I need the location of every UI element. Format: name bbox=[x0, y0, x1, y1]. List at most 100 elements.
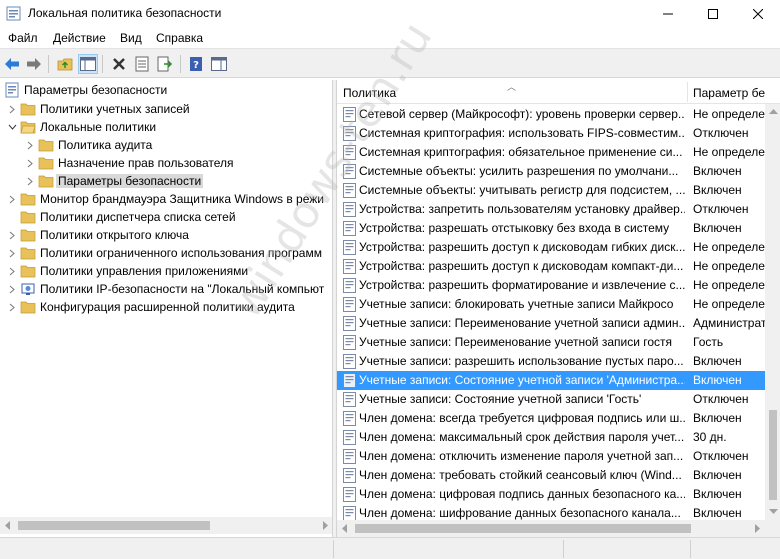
menu-file[interactable]: Файл bbox=[8, 31, 38, 45]
chevron-right-icon[interactable] bbox=[24, 172, 36, 190]
policy-row[interactable]: Устройства: разрешить форматирование и и… bbox=[337, 276, 765, 295]
minimize-button[interactable] bbox=[645, 0, 691, 28]
policy-row[interactable]: Устройства: разрешить доступ к дисковода… bbox=[337, 238, 765, 257]
menu-action[interactable]: Действие bbox=[53, 31, 106, 45]
policy-row[interactable]: Устройства: запретить пользователям уста… bbox=[337, 200, 765, 219]
extra-view-button[interactable] bbox=[209, 54, 229, 74]
scroll-up-icon[interactable] bbox=[769, 108, 778, 115]
tree-item-advanced-audit[interactable]: Конфигурация расширенной политики аудита bbox=[6, 298, 295, 316]
chevron-right-icon[interactable] bbox=[6, 100, 18, 118]
scroll-left-icon[interactable] bbox=[4, 521, 12, 530]
list-vertical-scrollbar[interactable] bbox=[765, 104, 780, 520]
properties-button[interactable] bbox=[132, 54, 152, 74]
show-console-tree-button[interactable] bbox=[78, 54, 98, 74]
policy-value: Отключен bbox=[693, 202, 749, 216]
policy-value: Не определе bbox=[693, 240, 765, 254]
policy-row[interactable]: Член домена: отключить изменение пароля … bbox=[337, 447, 765, 466]
policy-row[interactable]: Член домена: требовать стойкий сеансовый… bbox=[337, 466, 765, 485]
chevron-right-icon[interactable] bbox=[6, 298, 18, 316]
column-policy[interactable]: Политика bbox=[343, 86, 396, 100]
window-title: Локальная политика безопасности bbox=[28, 6, 222, 20]
svg-text:?: ? bbox=[193, 60, 199, 71]
policy-row[interactable]: Сетевой сервер (Майкрософт): уровень про… bbox=[337, 105, 765, 124]
policy-row[interactable]: Учетные записи: Состояние учетной записи… bbox=[337, 371, 765, 390]
export-list-button[interactable] bbox=[155, 54, 175, 74]
chevron-right-icon[interactable] bbox=[6, 262, 18, 280]
tree-item-public-key[interactable]: Политики открытого ключа bbox=[6, 226, 189, 244]
policy-row[interactable]: Учетные записи: блокировать учетные запи… bbox=[337, 295, 765, 314]
up-folder-icon bbox=[57, 58, 73, 71]
tree-item-user-rights[interactable]: Назначение прав пользователя bbox=[24, 154, 234, 172]
chevron-right-icon[interactable] bbox=[6, 244, 18, 262]
scroll-right-icon[interactable] bbox=[321, 521, 329, 530]
policy-root-icon bbox=[5, 82, 19, 98]
tree-item-ip-security[interactable]: Политики IP-безопасности на "Локальный к… bbox=[6, 280, 324, 298]
policy-name: Член домена: требовать стойкий сеансовый… bbox=[359, 468, 682, 482]
tree-root[interactable]: Параметры безопасности bbox=[4, 81, 167, 99]
folder-icon bbox=[20, 247, 36, 260]
tree-item-audit-policy[interactable]: Политика аудита bbox=[24, 136, 152, 154]
tree-item-software-restriction[interactable]: Политики ограниченного использования про… bbox=[6, 244, 322, 262]
menu-help[interactable]: Справка bbox=[156, 31, 203, 45]
policy-row[interactable]: Член домена: цифровая подпись данных без… bbox=[337, 485, 765, 504]
policy-setting-icon bbox=[343, 278, 356, 293]
policy-list-pane[interactable]: ︿ Политика Параметр бе Сетевой сервер (М… bbox=[336, 80, 780, 537]
tree-item-network-list[interactable]: Политики диспетчера списка сетей bbox=[6, 208, 236, 226]
policy-value: Не определе bbox=[693, 278, 765, 292]
maximize-button[interactable] bbox=[690, 0, 736, 28]
policy-row[interactable]: Член домена: всегда требуется цифровая п… bbox=[337, 409, 765, 428]
status-bar bbox=[0, 537, 780, 559]
policy-name: Системные объекты: учитывать регистр для… bbox=[359, 183, 685, 197]
tree-item-firewall[interactable]: Монитор брандмауэра Защитника Windows в … bbox=[6, 190, 324, 208]
tree-horizontal-scrollbar[interactable] bbox=[0, 517, 332, 534]
folder-icon bbox=[20, 103, 36, 116]
close-icon bbox=[753, 9, 763, 19]
chevron-right-icon[interactable] bbox=[24, 154, 36, 172]
forward-button[interactable] bbox=[24, 54, 44, 74]
policy-row[interactable]: Учетные записи: разрешить использование … bbox=[337, 352, 765, 371]
policy-setting-icon bbox=[343, 164, 356, 179]
policy-row[interactable]: Учетные записи: Переименование учетной з… bbox=[337, 314, 765, 333]
menu-view[interactable]: Вид bbox=[120, 31, 142, 45]
tree-item-account-policies[interactable]: Политики учетных записей bbox=[6, 100, 190, 118]
scroll-right-icon[interactable] bbox=[753, 524, 761, 533]
policy-row[interactable]: Учетные записи: Состояние учетной записи… bbox=[337, 390, 765, 409]
policy-setting-icon bbox=[343, 430, 356, 445]
policy-value: Не определе bbox=[693, 145, 765, 159]
scroll-down-icon[interactable] bbox=[769, 508, 778, 515]
policy-row[interactable]: Системные объекты: учитывать регистр для… bbox=[337, 181, 765, 200]
back-button[interactable] bbox=[2, 54, 22, 74]
delete-button[interactable] bbox=[109, 54, 129, 74]
tree-scroll-thumb[interactable] bbox=[18, 521, 210, 530]
chevron-right-icon[interactable] bbox=[24, 136, 36, 154]
chevron-right-icon[interactable] bbox=[6, 226, 18, 244]
help-button[interactable]: ? bbox=[186, 54, 206, 74]
policy-row[interactable]: Устройства: разрешить доступ к дисковода… bbox=[337, 257, 765, 276]
column-security-setting[interactable]: Параметр бе bbox=[693, 86, 765, 100]
console-tree-pane[interactable]: Параметры безопасности Политики учетных … bbox=[0, 80, 333, 537]
tree-item-security-options[interactable]: Параметры безопасности bbox=[24, 172, 204, 190]
list-h-scroll-thumb[interactable] bbox=[355, 524, 691, 533]
tree-item-app-control[interactable]: Политики управления приложениями bbox=[6, 262, 248, 280]
chevron-right-icon[interactable] bbox=[6, 190, 18, 208]
folder-icon bbox=[20, 193, 36, 206]
policy-value: Включен bbox=[693, 468, 742, 482]
policy-row[interactable]: Член домена: максимальный срок действия … bbox=[337, 428, 765, 447]
tree-item-local-policies[interactable]: Локальные политики bbox=[6, 118, 156, 136]
chevron-right-icon[interactable] bbox=[6, 280, 18, 298]
list-horizontal-scrollbar[interactable] bbox=[337, 520, 780, 537]
sort-ascending-icon: ︿ bbox=[507, 82, 517, 92]
policy-row[interactable]: Учетные записи: Переименование учетной з… bbox=[337, 333, 765, 352]
policy-row[interactable]: Системные объекты: усилить разрешения по… bbox=[337, 162, 765, 181]
up-button[interactable] bbox=[55, 54, 75, 74]
policy-row[interactable]: Устройства: разрешать отстыковку без вхо… bbox=[337, 219, 765, 238]
policy-name: Системная криптография: обязательное при… bbox=[359, 145, 683, 159]
policy-value: Включен bbox=[693, 506, 742, 520]
chevron-down-icon[interactable] bbox=[6, 118, 18, 136]
policy-row[interactable]: Системная криптография: использовать FIP… bbox=[337, 124, 765, 143]
list-scroll-thumb[interactable] bbox=[769, 410, 777, 500]
policy-row[interactable]: Системная криптография: обязательное при… bbox=[337, 143, 765, 162]
scroll-left-icon[interactable] bbox=[341, 524, 349, 533]
close-button[interactable] bbox=[735, 0, 780, 28]
minimize-icon bbox=[663, 13, 673, 15]
